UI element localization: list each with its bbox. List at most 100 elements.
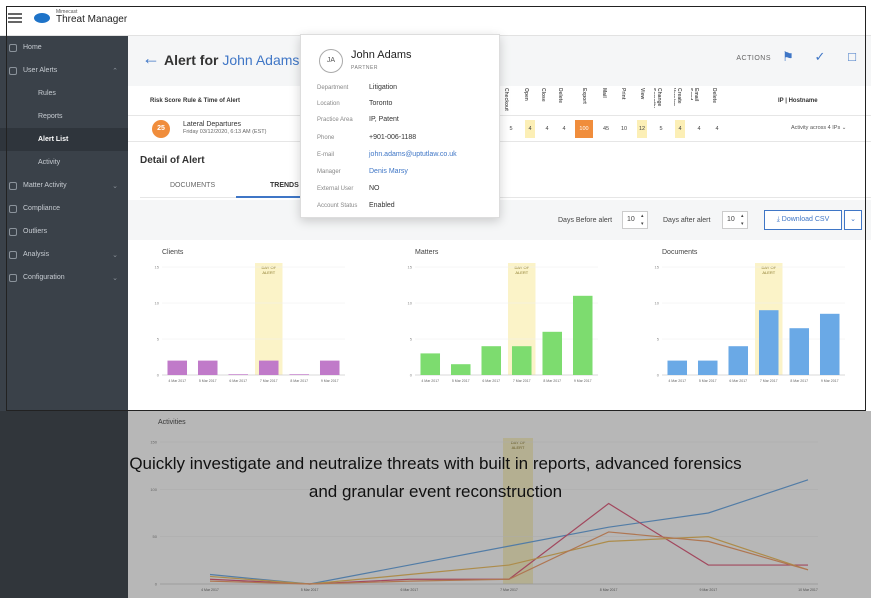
x-tick-label: 5 Mar 2017 bbox=[699, 379, 717, 383]
flag-icon[interactable]: ⚑ bbox=[781, 50, 795, 64]
bar bbox=[420, 353, 441, 375]
field-label: Location bbox=[317, 101, 340, 107]
table-cell: 4 bbox=[525, 120, 535, 138]
sidebar-item-label: Activity bbox=[38, 159, 61, 166]
x-tick-label: 9 Mar 2017 bbox=[574, 379, 592, 383]
sidebar-item-label: Analysis bbox=[23, 251, 50, 258]
sidebar-item-outliers[interactable]: Outliers bbox=[0, 220, 128, 243]
x-tick-label: 8 Mar 2017 bbox=[790, 379, 808, 383]
x-tick-label: 4 Mar 2017 bbox=[421, 379, 439, 383]
bar bbox=[542, 331, 563, 375]
sidebar-item-label: Alert List bbox=[38, 136, 69, 143]
x-tick-label: 6 Mar 2017 bbox=[482, 379, 500, 383]
sidebar-item-rules[interactable]: Rules bbox=[0, 82, 128, 105]
rule-name: Lateral Departures bbox=[183, 121, 241, 128]
download-icon: ⤓ bbox=[776, 216, 780, 223]
gear-icon bbox=[9, 273, 17, 282]
sidebar-item-user-alerts[interactable]: User Alerts ⌃ bbox=[0, 59, 128, 82]
bar bbox=[197, 360, 218, 375]
sidebar-item-label: Compliance bbox=[23, 205, 60, 212]
bar bbox=[511, 346, 532, 375]
table-cell: 4 bbox=[675, 120, 685, 138]
header-risk-score[interactable]: Risk Score bbox=[150, 98, 181, 104]
days-after-value: 10 bbox=[727, 216, 735, 223]
field-value: NO bbox=[369, 185, 380, 192]
sidebar-item-matter-activity[interactable]: Matter Activity ⌄ bbox=[0, 174, 128, 197]
avatar: JA bbox=[319, 49, 343, 73]
caption-line-2: and granular event reconstruction bbox=[308, 482, 563, 501]
sidebar-item-alert-list[interactable]: Alert List bbox=[0, 128, 128, 151]
risk-score-badge: 25 bbox=[152, 120, 170, 138]
sidebar-item-reports[interactable]: Reports bbox=[0, 105, 128, 128]
back-arrow-icon[interactable]: ← bbox=[142, 48, 160, 69]
hamburger-menu-icon[interactable] bbox=[8, 12, 22, 23]
y-tick-label: 5 bbox=[410, 337, 413, 342]
table-cell: 4 bbox=[697, 126, 701, 132]
header-create-version: Create Version bbox=[674, 88, 682, 107]
days-before-stepper[interactable]: 10 bbox=[622, 211, 648, 229]
outliers-icon bbox=[9, 227, 17, 236]
tab-documents[interactable]: DOCUMENTS bbox=[170, 182, 215, 189]
sidebar-item-label: Outliers bbox=[23, 228, 48, 235]
y-tick-label: 15 bbox=[655, 265, 660, 270]
brand-logo[interactable]: Mimecast Threat Manager bbox=[56, 10, 127, 25]
header-mail: Mail bbox=[601, 88, 607, 98]
x-tick-label: 9 Mar 2017 bbox=[321, 379, 339, 383]
download-csv-label: Download CSV bbox=[781, 216, 830, 223]
x-tick-label: 6 Mar 2017 bbox=[729, 379, 747, 383]
header-view: View bbox=[639, 88, 645, 100]
x-tick-label: 7 Mar 2017 bbox=[513, 379, 531, 383]
header-change-security: Change Security bbox=[654, 88, 662, 108]
download-csv-button[interactable]: ⤓ Download CSV bbox=[764, 210, 842, 230]
day-of-alert-label: ALERT bbox=[262, 270, 275, 275]
sidebar-item-home[interactable]: Home bbox=[0, 36, 128, 59]
caption-line-1: Quickly investigate and neutralize threa… bbox=[129, 454, 742, 473]
manager-link[interactable]: Denis Marsy bbox=[369, 168, 408, 175]
sidebar-item-label: Rules bbox=[38, 90, 56, 97]
bar bbox=[667, 360, 688, 375]
header-print: Print bbox=[620, 88, 626, 100]
days-after-stepper[interactable]: 10 bbox=[722, 211, 748, 229]
ip-activity-summary[interactable]: Activity across 4 IPs ⌄ bbox=[791, 125, 846, 131]
chevron-down-icon: ⌄ bbox=[850, 216, 856, 223]
bar bbox=[481, 346, 502, 375]
header-ip-hostname[interactable]: IP | Hostname bbox=[778, 98, 818, 104]
sidebar-item-compliance[interactable]: Compliance bbox=[0, 197, 128, 220]
clients-chart: Clients DAY OF ALERT 15 10 5 0 4 Mar 2017 5 Mar… bbox=[140, 243, 380, 391]
header-open: Open bbox=[523, 88, 529, 101]
chevron-down-icon: ⌄ bbox=[112, 252, 118, 259]
download-options-button[interactable]: ⌄ bbox=[844, 210, 862, 230]
comment-icon[interactable]: □ bbox=[845, 50, 859, 64]
days-before-value: 10 bbox=[627, 216, 635, 223]
user-profile-popover: JA John Adams PARTNER Department Litigat… bbox=[300, 34, 500, 218]
table-cell: 5 bbox=[509, 126, 513, 132]
x-tick-label: 6 Mar 2017 bbox=[229, 379, 247, 383]
day-of-alert-label: ALERT bbox=[515, 270, 528, 275]
check-circle-icon[interactable]: ✓ bbox=[813, 50, 827, 64]
table-cell: 4 bbox=[562, 126, 566, 132]
page-title: Alert for John Adams bbox=[164, 52, 299, 68]
field-value: IP, Patent bbox=[369, 116, 399, 123]
header-rule-time[interactable]: Rule & Time of Alert bbox=[183, 98, 240, 104]
header-delete: Delete bbox=[557, 88, 563, 104]
x-tick-label: 4 Mar 2017 bbox=[168, 379, 186, 383]
sidebar-item-configuration[interactable]: Configuration ⌄ bbox=[0, 266, 128, 289]
field-label: Practice Area bbox=[317, 117, 353, 123]
table-cell: 5 bbox=[659, 126, 663, 132]
compliance-icon bbox=[9, 204, 17, 213]
days-before-label: Days Before alert bbox=[558, 217, 613, 224]
header-email-send: Email Send bbox=[691, 88, 699, 102]
email-link[interactable]: john.adams@uptutlaw.co.uk bbox=[369, 151, 457, 158]
bar bbox=[167, 360, 188, 375]
bar bbox=[572, 295, 593, 375]
ip-activity-text: Activity across 4 IPs bbox=[791, 125, 841, 131]
documents-chart: Documents DAY OF ALERT 15 10 5 0 4 Mar 2017 5 M… bbox=[640, 243, 871, 391]
title-user-link[interactable]: John Adams bbox=[222, 52, 299, 68]
sidebar-item-analysis[interactable]: Analysis ⌄ bbox=[0, 243, 128, 266]
y-tick-label: 0 bbox=[157, 373, 160, 378]
x-tick-label: 7 Mar 2017 bbox=[260, 379, 278, 383]
sidebar-item-activity[interactable]: Activity bbox=[0, 151, 128, 174]
sidebar-item-label: User Alerts bbox=[23, 67, 58, 74]
sidebar-item-label: Reports bbox=[38, 113, 63, 120]
tab-trends[interactable]: TRENDS bbox=[270, 182, 299, 189]
